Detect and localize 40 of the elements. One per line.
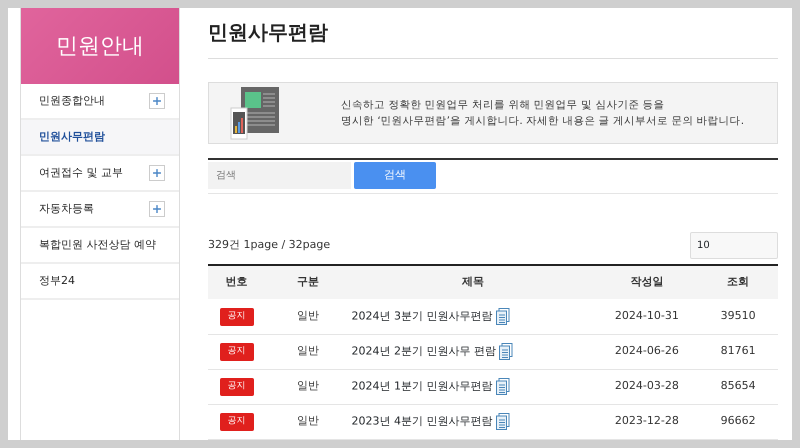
post-title-link[interactable]: 2024년 3분기 민원사무편람 [352,309,492,322]
table-cell: 39510 [720,309,756,322]
table-cell: 96662 [720,414,756,428]
column-header: 번호 [208,265,265,299]
sidebar-item[interactable]: 여권접수 및 교부 [21,156,179,192]
notice-badge: 공지 [220,343,254,361]
column-header: 구분 [265,265,350,299]
post-title-link[interactable]: 2024년 2분기 민원사무 편람 [352,344,496,358]
sidebar-title: 민원안내 [21,8,179,84]
column-header: 조회 [698,265,778,299]
table-cell: 일반 [296,414,319,428]
column-header: 작성일 [596,265,698,299]
table-cell: 85654 [720,379,756,392]
table-cell: 일반 [296,379,319,392]
post-title-link[interactable]: 2024년 1분기 민원사무편람 [352,380,492,392]
notice-badge: 공지 [220,378,254,396]
info-text: 신속하고 정확한 민원업무 처리를 위해 민원업무 및 심사기준 등을 명시한 ‘민원사무편람’을 게시합니다. 자세한 내용은 글 게시부서로 문의 바랍니다. [341,98,744,129]
page-title: 민원사무편람 [208,20,778,59]
notice-badge: 공지 [220,413,254,431]
notice-badge: 공지 [220,308,254,326]
sidebar-item[interactable]: 자동차등록 [21,192,179,228]
result-count: 329건 1page / 32page [208,237,330,254]
table-cell: 2024-03-28 [614,379,679,392]
post-title-link[interactable]: 2023년 4분기 민원사무편람 [352,414,492,428]
table-cell: 2024-06-26 [614,344,679,358]
plus-icon[interactable] [149,93,165,109]
sidebar-item[interactable]: 민원사무편람 [21,120,179,156]
table-cell: 2023-12-28 [614,414,679,428]
table-cell: 2024-10-31 [614,309,679,322]
devices-drawing [229,86,281,140]
page-size-select[interactable]: 10 [690,232,778,259]
sidebar-item[interactable]: 정부24 [21,264,179,300]
sidebar-item[interactable]: 복합민원 사전상담 예약 [21,228,179,264]
plus-icon[interactable] [149,201,165,217]
column-header: 제목 [350,265,596,299]
plus-icon[interactable] [149,165,165,181]
search-field[interactable]: 검색 [208,162,351,189]
table-cell: 일반 [296,309,319,322]
table-cell: 일반 [296,344,319,358]
table-cell: 81761 [720,344,756,358]
